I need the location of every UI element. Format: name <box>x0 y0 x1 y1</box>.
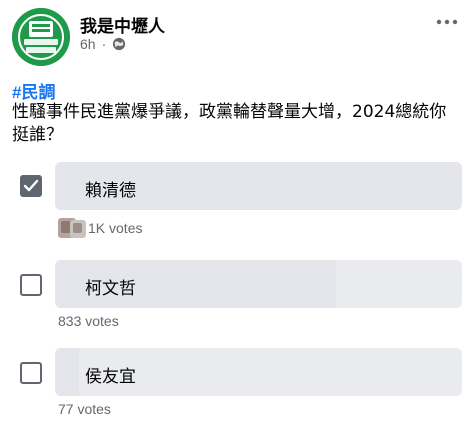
page-name[interactable]: 我是中壢人 <box>80 12 165 37</box>
poll-option: 柯文哲 833 votes <box>12 260 462 335</box>
option-votes[interactable]: 77 votes <box>58 401 111 417</box>
globe-icon <box>113 37 126 51</box>
page-avatar[interactable] <box>12 8 70 66</box>
option-checkbox[interactable] <box>20 362 42 384</box>
poll-option: 侯友宜 77 votes <box>12 348 462 423</box>
hashtag-link[interactable]: #民調 <box>12 78 55 103</box>
voter-avatars[interactable] <box>58 216 88 240</box>
option-checkbox[interactable] <box>20 175 42 197</box>
option-votes[interactable]: 833 votes <box>58 313 119 329</box>
option-fill <box>55 348 80 396</box>
option-bar[interactable]: 柯文哲 <box>55 260 462 308</box>
poll-option: 賴清德 1K votes <box>12 162 462 252</box>
option-bar[interactable]: 侯友宜 <box>55 348 462 396</box>
more-options-icon[interactable] <box>436 18 458 26</box>
option-label: 侯友宜 <box>85 367 136 387</box>
post-time[interactable]: 6h <box>80 36 96 52</box>
option-label: 柯文哲 <box>85 279 136 299</box>
option-bar[interactable]: 賴清德 <box>55 162 462 210</box>
page-logo <box>12 8 70 66</box>
meta-separator: · <box>101 36 107 52</box>
option-votes[interactable]: 1K votes <box>88 220 142 236</box>
checkmark-icon <box>23 179 39 192</box>
option-label: 賴清德 <box>85 181 136 201</box>
post-header: 我是中壢人 6h · <box>12 8 462 68</box>
post-meta: 6h · <box>80 36 126 52</box>
option-checkbox[interactable] <box>20 274 42 296</box>
post-text: 性騷事件民進黨爆爭議，政黨輪替聲量大增，2024總統你挺誰？ <box>12 102 447 145</box>
